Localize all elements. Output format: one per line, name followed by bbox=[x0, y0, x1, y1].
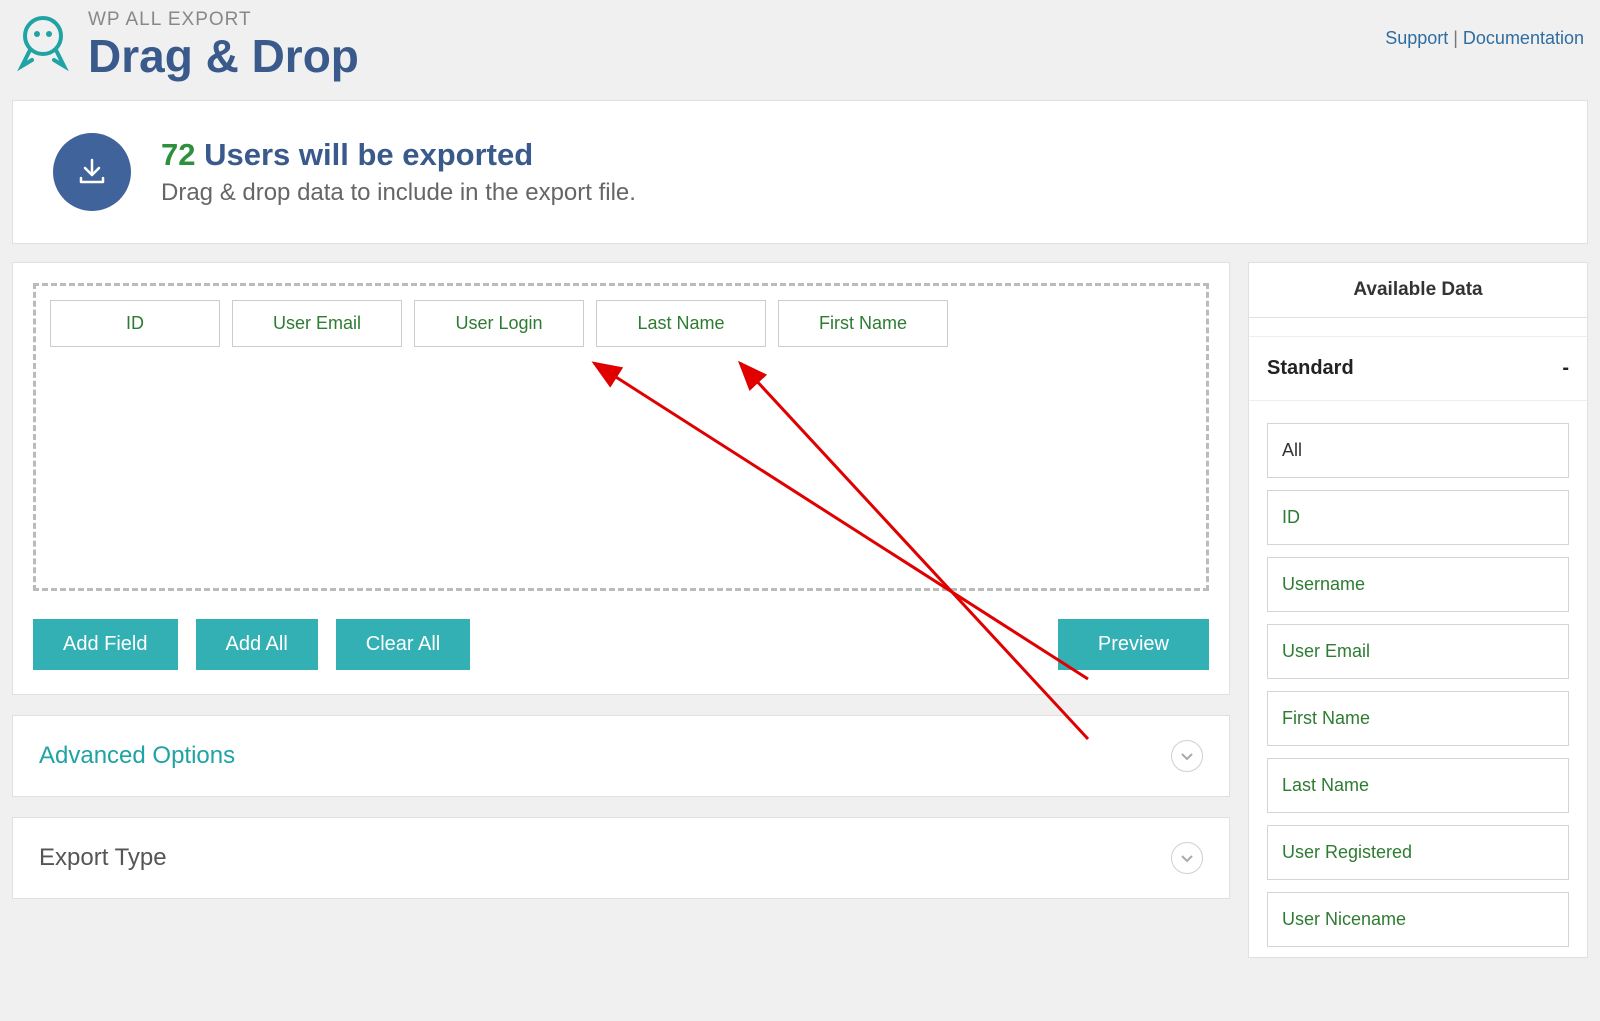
chevron-down-icon[interactable] bbox=[1171, 740, 1203, 772]
advanced-options-title: Advanced Options bbox=[39, 742, 235, 770]
field-chip[interactable]: ID bbox=[50, 300, 220, 347]
clear-all-button[interactable]: Clear All bbox=[336, 619, 470, 670]
builder-panel: ID User Email User Login Last Name First Nam… bbox=[12, 262, 1230, 695]
page-title: Drag & Drop bbox=[88, 32, 359, 80]
export-count: 72 bbox=[161, 137, 195, 172]
summary-panel: 72 Users will be exported Drag & drop da… bbox=[12, 100, 1588, 244]
field-chip[interactable]: User Login bbox=[414, 300, 584, 347]
summary-subtext: Drag & drop data to include in the expor… bbox=[161, 179, 636, 207]
drop-zone[interactable]: ID User Email User Login Last Name First Nam… bbox=[33, 283, 1209, 591]
available-item[interactable]: First Name bbox=[1267, 691, 1569, 746]
brand-suptitle: WP ALL EXPORT bbox=[88, 10, 359, 30]
available-item[interactable]: User Nicename bbox=[1267, 892, 1569, 947]
available-data-title: Available Data bbox=[1249, 263, 1587, 318]
export-type-title: Export Type bbox=[39, 844, 167, 872]
available-group-standard[interactable]: Standard - bbox=[1249, 336, 1587, 401]
chevron-down-icon[interactable] bbox=[1171, 842, 1203, 874]
field-chip[interactable]: First Name bbox=[778, 300, 948, 347]
summary-headline: 72 Users will be exported bbox=[161, 137, 636, 173]
field-chip[interactable]: User Email bbox=[232, 300, 402, 347]
collapse-icon: - bbox=[1562, 357, 1569, 380]
top-links: Support | Documentation bbox=[1385, 10, 1584, 49]
add-all-button[interactable]: Add All bbox=[196, 619, 318, 670]
export-type-section[interactable]: Export Type bbox=[12, 817, 1230, 899]
available-item[interactable]: Username bbox=[1267, 557, 1569, 612]
field-chip[interactable]: Last Name bbox=[596, 300, 766, 347]
available-item[interactable]: User Email bbox=[1267, 624, 1569, 679]
octopus-icon bbox=[10, 10, 76, 76]
advanced-options-section[interactable]: Advanced Options bbox=[12, 715, 1230, 797]
support-link[interactable]: Support bbox=[1385, 28, 1448, 48]
documentation-link[interactable]: Documentation bbox=[1463, 28, 1584, 48]
available-data-panel: Available Data Standard - All ID Username U… bbox=[1248, 262, 1588, 958]
available-item[interactable]: Last Name bbox=[1267, 758, 1569, 813]
available-item[interactable]: User Registered bbox=[1267, 825, 1569, 880]
available-item[interactable]: All bbox=[1267, 423, 1569, 478]
preview-button[interactable]: Preview bbox=[1058, 619, 1209, 670]
download-icon bbox=[53, 133, 131, 211]
brand-block: WP ALL EXPORT Drag & Drop bbox=[10, 10, 359, 80]
available-item[interactable]: ID bbox=[1267, 490, 1569, 545]
add-field-button[interactable]: Add Field bbox=[33, 619, 178, 670]
